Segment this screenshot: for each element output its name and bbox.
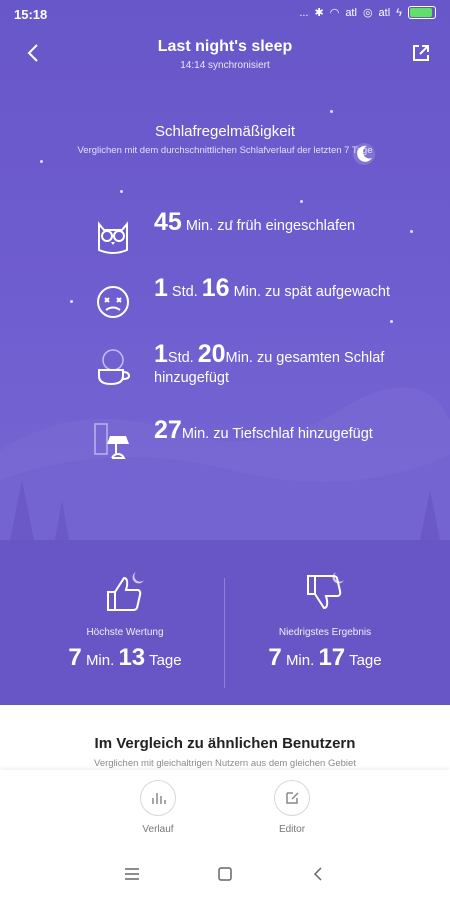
system-nav-bar	[0, 848, 450, 900]
chevron-left-icon	[313, 867, 322, 881]
value-text: Min. zu früh eingeschlafen	[181, 218, 356, 234]
bluetooth-icon: ✱	[314, 7, 324, 19]
list-item: 27Min. zu Tiefschlaf hinzugefügt	[90, 418, 435, 466]
edit-icon	[286, 792, 299, 804]
worst-score: Niedrigstes Ergebnis 7 Min. 17 Tage	[225, 570, 425, 672]
value-number: 1	[154, 274, 168, 302]
list-item: 1Std. 20Min. zu gesamten Schlaf hinzugef…	[90, 342, 435, 390]
menu-icon	[125, 868, 139, 880]
sync-icon: ◎	[362, 7, 373, 19]
bar-chart-icon	[152, 793, 166, 804]
tab-history[interactable]: Verlauf	[118, 780, 198, 835]
owl-icon	[98, 221, 128, 254]
best-score: Höchste Wertung 7 Min. 13 Tage	[25, 570, 225, 672]
home-button[interactable]	[213, 862, 237, 886]
system-back-button[interactable]	[306, 862, 330, 886]
charging-icon: ϟ	[396, 6, 402, 19]
signal-icon-2: atl	[378, 6, 391, 19]
lamp-window-icon	[94, 423, 129, 459]
coffee-cup-icon	[98, 349, 131, 386]
best-score-label: Höchste Wertung	[86, 627, 164, 638]
value-number: 1	[154, 340, 168, 368]
sync-status: 14:14 synchronisiert	[180, 60, 270, 71]
battery-icon	[408, 6, 436, 19]
regularity-subtitle: Verglichen mit dem durchschnittlichen Sc…	[77, 145, 373, 156]
tab-history-label: Verlauf	[142, 824, 174, 835]
bottom-tab-bar: Verlauf Editor	[0, 770, 450, 848]
status-bar: 15:18 ... ✱ ◠ atl ◎ atl ϟ	[0, 0, 450, 28]
value-text: Std.	[167, 350, 198, 366]
best-score-value: 7 Min. 13 Tage	[68, 644, 182, 671]
value-text: Min. zu spät aufgewacht	[229, 284, 390, 300]
page-title: Last night's sleep	[157, 38, 293, 55]
moon-icon	[353, 143, 375, 165]
value-text: Min. zu Tiefschlaf hinzugefügt	[181, 426, 373, 442]
value-number: 20	[197, 340, 226, 368]
value-number: 45	[154, 208, 182, 236]
share-icon	[413, 45, 429, 61]
list-item: 1 Std. 16 Min. zu spät aufgewacht	[90, 276, 435, 324]
value-number: 16	[201, 274, 230, 302]
alarm-clock-face-icon	[97, 286, 129, 318]
tab-editor[interactable]: Editor	[252, 780, 332, 835]
late-wake-text: 1 Std. 16 Min. zu spät aufgewacht	[154, 276, 390, 302]
signal-icon: atl	[345, 6, 357, 19]
comparison-subtitle: Verglichen mit gleichaltrigen Nutzern au…	[94, 758, 356, 769]
share-button[interactable]	[406, 38, 436, 68]
deep-sleep-text: 27Min. zu Tiefschlaf hinzugefügt	[154, 418, 373, 444]
value-number: 27	[154, 416, 182, 444]
worst-score-label: Niedrigstes Ergebnis	[278, 627, 372, 638]
worst-score-value: 7 Min. 17 Tage	[268, 644, 382, 671]
total-sleep-text: 1Std. 20Min. zu gesamten Schlaf hinzugef…	[154, 342, 435, 388]
early-sleep-text: 45 Min. zu früh eingeschlafen	[154, 210, 356, 236]
menu-button[interactable]	[120, 862, 144, 886]
thumbs-up-icon	[107, 572, 144, 611]
header: Last night's sleep 14:14 synchronisiert	[0, 32, 450, 82]
tab-editor-label: Editor	[278, 824, 306, 835]
list-item: 45 Min. zu früh eingeschlafen	[90, 210, 435, 258]
wifi-icon: ◠	[329, 7, 340, 19]
regularity-title: Schlafregelmäßigkeit	[154, 123, 296, 140]
status-time: 15:18	[14, 7, 48, 22]
home-square-icon	[218, 867, 232, 881]
comparison-title: Im Vergleich zu ähnlichen Benutzern	[94, 735, 356, 752]
value-text: Std.	[167, 284, 202, 300]
thumbs-down-icon	[307, 572, 344, 610]
notification-dots: ...	[299, 6, 309, 19]
